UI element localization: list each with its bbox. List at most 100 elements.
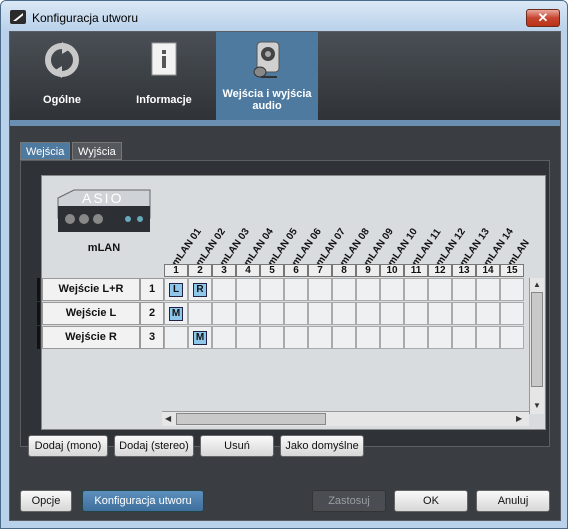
routing-cell[interactable]	[260, 278, 284, 301]
routing-cell[interactable]	[284, 278, 308, 301]
routing-cell[interactable]	[476, 326, 500, 349]
routing-tag: M	[193, 331, 207, 345]
tab-general[interactable]: Ogólne	[18, 32, 106, 120]
refresh-icon	[45, 42, 79, 78]
add-stereo-button[interactable]: Dodaj (stereo)	[114, 435, 194, 457]
routing-cell[interactable]	[500, 302, 524, 325]
routing-cell[interactable]	[332, 326, 356, 349]
routing-cell[interactable]	[236, 326, 260, 349]
input-row-number: 3	[140, 326, 164, 349]
channel-number: 5	[260, 264, 284, 277]
routing-cell[interactable]	[356, 302, 380, 325]
channel-number: 3	[212, 264, 236, 277]
routing-matrix: ASIO mLAN mLAN 01 1 mLAN 02 2 mLAN 03 3 mLAN 0…	[37, 175, 546, 430]
channel-number: 12	[428, 264, 452, 277]
input-row-label[interactable]: Wejście R	[42, 326, 140, 349]
tab-inputs[interactable]: Wejścia	[20, 142, 71, 160]
routing-cell[interactable]	[188, 302, 212, 325]
routing-cell[interactable]	[452, 302, 476, 325]
routing-cell[interactable]	[260, 326, 284, 349]
routing-cell[interactable]	[476, 278, 500, 301]
routing-cell[interactable]	[212, 326, 236, 349]
channel-number: 13	[452, 264, 476, 277]
tab-separator	[10, 120, 560, 126]
routing-cell[interactable]	[212, 302, 236, 325]
scroll-up-icon[interactable]: ▲	[533, 280, 541, 289]
channel-number: 1	[164, 264, 188, 277]
routing-cell[interactable]	[308, 302, 332, 325]
dialog-window: Konfiguracja utworu ✕ Ogólne Informacje	[0, 0, 568, 529]
routing-cell[interactable]	[404, 278, 428, 301]
top-tab-bar: Ogólne Informacje Wejścia i wyjścia audi…	[10, 32, 560, 120]
routing-cell[interactable]	[380, 278, 404, 301]
routing-cell[interactable]	[308, 326, 332, 349]
routing-cell[interactable]	[380, 302, 404, 325]
tab-outputs[interactable]: Wyjścia	[72, 142, 122, 160]
routing-cell[interactable]	[452, 326, 476, 349]
routing-cell[interactable]	[452, 278, 476, 301]
channel-number: 4	[236, 264, 260, 277]
cancel-button[interactable]: Anuluj	[476, 490, 550, 512]
channel-number: 15	[500, 264, 524, 277]
vertical-scrollbar[interactable]: ▲ ▼	[529, 278, 544, 414]
input-row-number: 1	[140, 278, 164, 301]
dialog-body: Ogólne Informacje Wejścia i wyjścia audi…	[9, 31, 561, 521]
routing-cell[interactable]	[236, 302, 260, 325]
apply-button[interactable]: Zastosuj	[312, 490, 386, 512]
horizontal-scrollbar[interactable]: ◀ ▶	[162, 411, 529, 426]
routing-cell[interactable]	[428, 326, 452, 349]
routing-cell[interactable]: M	[164, 302, 188, 325]
add-mono-button[interactable]: Dodaj (mono)	[28, 435, 108, 457]
set-default-button[interactable]: Jako domyślne	[280, 435, 364, 457]
tab-audio-io[interactable]: Wejścia i wyjścia audio	[216, 32, 318, 120]
routing-cell[interactable]	[260, 302, 284, 325]
input-row-label[interactable]: Wejście L	[42, 302, 140, 325]
routing-cell[interactable]	[500, 278, 524, 301]
routing-cell[interactable]	[428, 302, 452, 325]
app-icon	[10, 10, 26, 24]
routing-tag: L	[169, 283, 183, 297]
routing-cell[interactable]	[380, 326, 404, 349]
routing-panel: ASIO mLAN mLAN 01 1 mLAN 02 2 mLAN 03 3 mLAN 0…	[20, 160, 550, 447]
routing-cell[interactable]	[236, 278, 260, 301]
song-config-button[interactable]: Konfiguracja utworu	[82, 490, 204, 512]
scroll-right-icon[interactable]: ▶	[516, 414, 522, 423]
title-bar: Konfiguracja utworu ✕	[1, 1, 567, 31]
scroll-left-icon[interactable]: ◀	[165, 414, 171, 423]
routing-cell[interactable]	[212, 278, 236, 301]
close-button[interactable]: ✕	[526, 9, 560, 27]
routing-cell[interactable]	[308, 278, 332, 301]
routing-cell[interactable]	[476, 302, 500, 325]
routing-cell[interactable]	[404, 326, 428, 349]
routing-cell[interactable]	[332, 278, 356, 301]
channel-number: 9	[356, 264, 380, 277]
input-row-label[interactable]: Wejście L+R	[42, 278, 140, 301]
channel-number: 14	[476, 264, 500, 277]
routing-cell[interactable]	[284, 326, 308, 349]
ok-button[interactable]: OK	[394, 490, 468, 512]
horizontal-scroll-thumb[interactable]	[176, 413, 326, 425]
routing-cell[interactable]	[404, 302, 428, 325]
routing-cell[interactable]	[332, 302, 356, 325]
device-name: mLAN	[87, 242, 121, 254]
routing-cell[interactable]	[356, 278, 380, 301]
routing-cell[interactable]: M	[188, 326, 212, 349]
channel-number: 2	[188, 264, 212, 277]
scroll-down-icon[interactable]: ▼	[533, 401, 541, 410]
tab-information[interactable]: Informacje	[118, 32, 210, 120]
routing-cell[interactable]	[284, 302, 308, 325]
routing-cell[interactable]: R	[188, 278, 212, 301]
vertical-scroll-thumb[interactable]	[531, 292, 543, 387]
tab-label: Ogólne	[43, 94, 81, 106]
row-marker	[37, 326, 40, 349]
routing-tag: M	[169, 307, 183, 321]
asio-logo: ASIO	[82, 190, 124, 206]
routing-cell[interactable]	[164, 326, 188, 349]
input-row-number: 2	[140, 302, 164, 325]
routing-cell[interactable]	[500, 326, 524, 349]
routing-cell[interactable]	[356, 326, 380, 349]
routing-cell[interactable]: L	[164, 278, 188, 301]
routing-cell[interactable]	[428, 278, 452, 301]
remove-button[interactable]: Usuń	[200, 435, 274, 457]
options-button[interactable]: Opcje	[20, 490, 72, 512]
